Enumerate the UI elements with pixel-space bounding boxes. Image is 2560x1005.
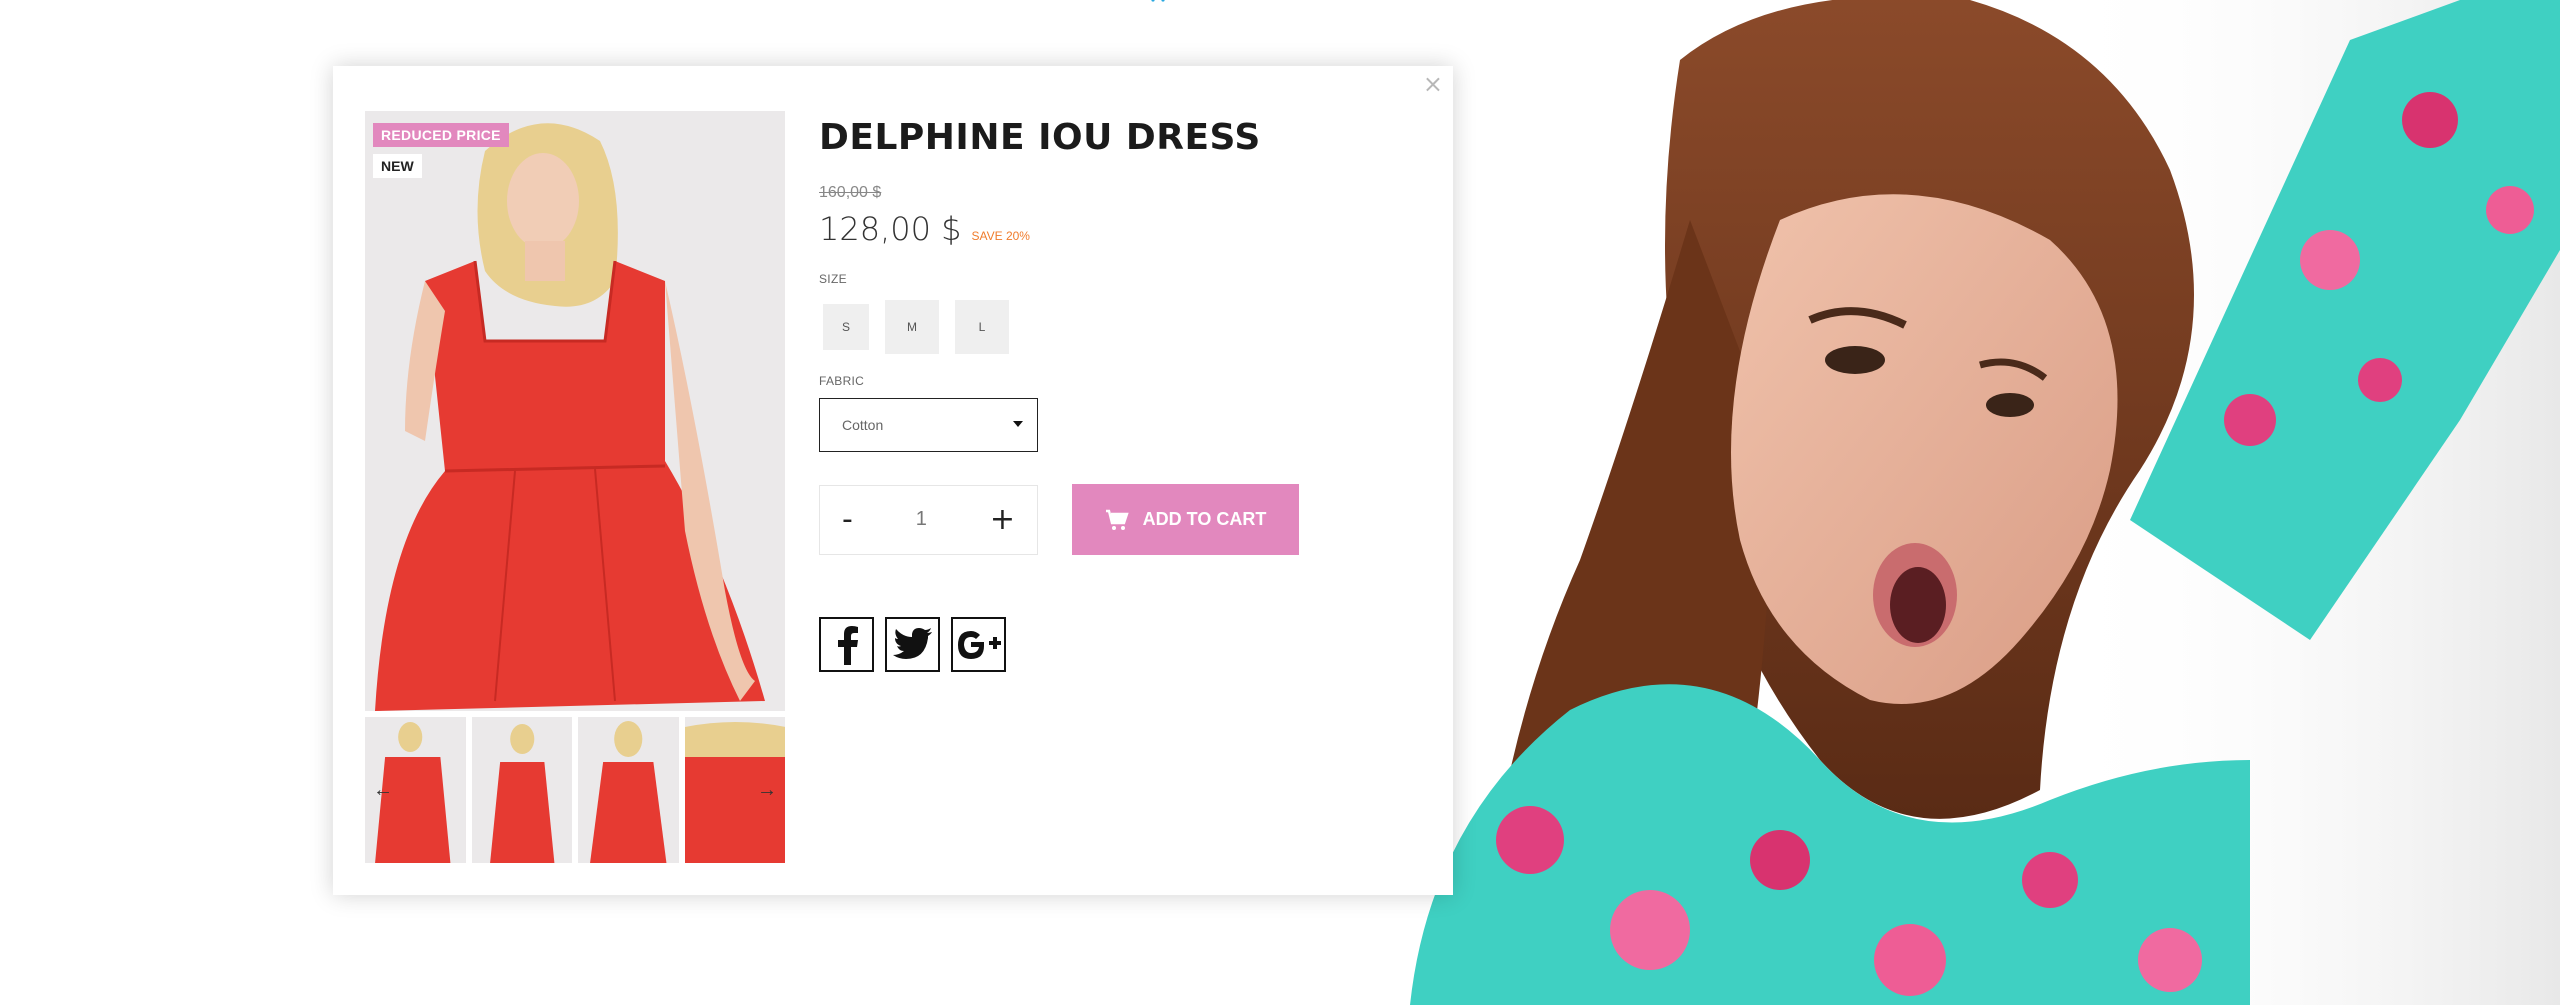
fabric-label: FABRIC — [819, 374, 865, 388]
size-option-m[interactable]: M — [885, 300, 939, 354]
twitter-icon — [892, 627, 932, 659]
loading-spinner-icon — [1151, 0, 1165, 2]
thumbnail-2[interactable] — [471, 717, 572, 863]
thumbnail-4[interactable]: → — [684, 717, 785, 863]
quantity-value[interactable]: 1 — [916, 508, 927, 531]
arrow-left-icon[interactable]: ← — [373, 779, 393, 802]
size-label: SIZE — [819, 272, 847, 286]
size-option-l[interactable]: L — [955, 300, 1009, 354]
close-icon[interactable]: × — [1423, 72, 1443, 96]
facebook-share-button[interactable] — [819, 617, 874, 672]
price-row: 128,00 $ SAVE 20% — [819, 210, 1419, 248]
fabric-select[interactable]: Cotton — [819, 398, 1038, 452]
product-details: DELPHINE IOU DRESS 160,00 $ 128,00 $ SAV… — [819, 111, 1419, 672]
hero-background-image — [1350, 0, 2560, 1005]
twitter-share-button[interactable] — [885, 617, 940, 672]
thumbnail-3[interactable] — [578, 717, 679, 863]
facebook-icon — [837, 625, 858, 665]
reduced-price-badge: REDUCED PRICE — [373, 123, 509, 147]
size-options: S M L — [819, 300, 1419, 354]
old-price: 160,00 $ — [819, 184, 882, 201]
google-plus-share-button[interactable] — [951, 617, 1006, 672]
product-main-image: REDUCED PRICE NEW — [365, 111, 785, 711]
page-stage: × REDUCED PRICE NEW ← → DELPHINE IOU DRE… — [0, 0, 2560, 1005]
google-plus-icon — [957, 630, 1001, 659]
thumbnail-strip: ← → — [365, 717, 785, 863]
quick-view-modal: × REDUCED PRICE NEW ← → DELPHINE IOU DRE… — [333, 66, 1453, 895]
add-to-cart-button[interactable]: ADD TO CART — [1072, 484, 1299, 555]
thumbnail-1[interactable]: ← — [365, 717, 466, 863]
product-title: DELPHINE IOU DRESS — [819, 117, 1261, 158]
quantity-decrease-button[interactable]: - — [842, 504, 853, 535]
size-option-s[interactable]: S — [823, 304, 869, 350]
add-to-cart-label: ADD TO CART — [1142, 509, 1267, 529]
quantity-increase-button[interactable]: + — [990, 504, 1015, 535]
new-badge: NEW — [373, 154, 422, 178]
chevron-down-icon — [1013, 421, 1023, 427]
quantity-stepper: - 1 + — [819, 484, 1038, 555]
social-share — [819, 617, 1419, 672]
fabric-selected-value: Cotton — [842, 417, 884, 433]
cart-icon — [1105, 509, 1129, 531]
current-price: 128,00 $ — [819, 210, 962, 248]
arrow-right-icon[interactable]: → — [757, 779, 777, 802]
save-badge: SAVE 20% — [971, 229, 1030, 243]
cart-row: - 1 + ADD TO CART — [819, 484, 1419, 555]
